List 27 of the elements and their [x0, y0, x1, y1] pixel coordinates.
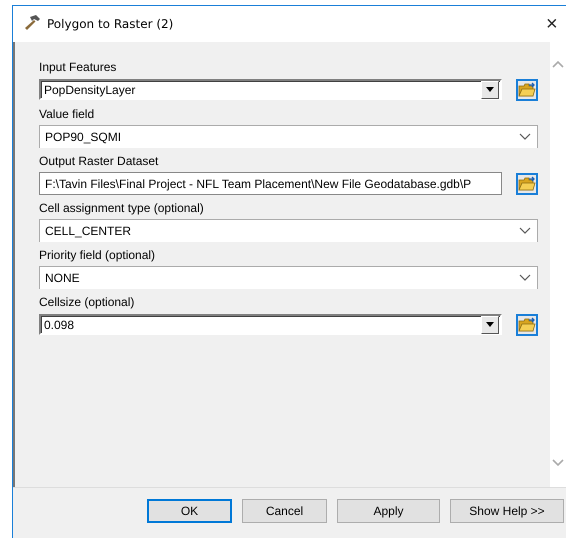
chevron-down-icon[interactable]	[519, 227, 531, 235]
close-button[interactable]: ×	[546, 14, 566, 34]
browse-button[interactable]	[516, 172, 538, 194]
dropdown-field[interactable]: CELL_CENTER	[39, 219, 538, 242]
dialog-button[interactable]: Show Help >>	[450, 499, 564, 523]
folder-icon	[518, 316, 536, 332]
dialog-button[interactable]: OK	[147, 499, 232, 523]
dialog-button[interactable]: Cancel	[242, 499, 327, 523]
browse-button[interactable]	[516, 78, 538, 100]
field-label: Cellsize (optional)	[39, 294, 136, 310]
combo-box[interactable]: 0.098	[39, 314, 502, 335]
browse-button[interactable]	[516, 314, 538, 336]
field-label: Input Features	[39, 59, 118, 75]
dropdown-field[interactable]: POP90_SQMI	[39, 125, 538, 148]
dialog-button[interactable]: Apply	[337, 499, 440, 523]
field-label: Priority field (optional)	[39, 247, 156, 263]
input-field[interactable]: F:\Tavin Files\Final Project - NFL Team Placement\New File Geodatabase.gdb\P	[39, 172, 502, 195]
field-label: Output Raster Dataset	[39, 153, 160, 169]
chevron-down-icon[interactable]	[519, 133, 531, 141]
combo-box[interactable]: PopDensityLayer	[39, 79, 502, 100]
field-label: Value field	[39, 106, 96, 122]
window-title: Polygon to Raster (2)	[47, 17, 174, 31]
chevron-down-icon[interactable]	[519, 274, 531, 282]
dropdown-field[interactable]: NONE	[39, 266, 538, 289]
folder-icon	[518, 176, 536, 192]
folder-icon	[518, 82, 536, 98]
field-label: Cell assignment type (optional)	[39, 200, 205, 216]
